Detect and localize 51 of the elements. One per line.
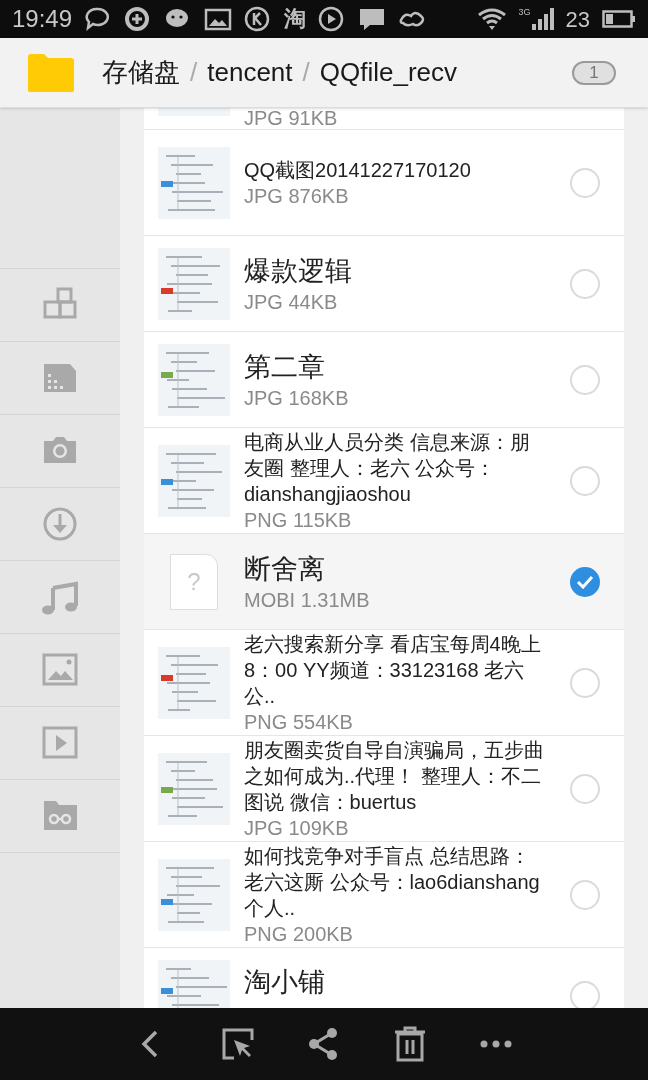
check-icon [576, 574, 594, 589]
select-checkbox[interactable] [570, 566, 600, 597]
select-checkbox[interactable] [570, 167, 600, 198]
breadcrumb-item[interactable]: 存储盘 [102, 53, 180, 92]
trash-icon[interactable] [392, 1026, 428, 1062]
message-icon [358, 6, 387, 32]
select-checkbox[interactable] [570, 667, 600, 698]
file-name: 如何找竞争对手盲点 总结思路：老六这厮 公众号：lao6dianshang 个人.. [244, 843, 541, 921]
file-info: PNG 554KB [244, 709, 354, 735]
file-name: 第二章 [244, 350, 326, 384]
image-icon [204, 6, 233, 32]
path-separator: / [302, 56, 310, 89]
file-info: JPG 44KB [244, 289, 339, 315]
path-separator: / [190, 56, 198, 89]
file-name: 爆款逻辑 [244, 254, 353, 288]
breadcrumb-item[interactable]: tencent [207, 53, 293, 92]
select-cursor-icon[interactable] [220, 1026, 256, 1062]
battery-icon [602, 9, 636, 29]
file-name: 朋友圈卖货自导自演骗局，五步曲之如何成为..代理！ 整理人：不二图说 微信：buertus [244, 737, 544, 815]
file-name: 断舍离 [244, 552, 326, 586]
file-info: PNG 200KB [244, 921, 354, 947]
wifi-icon [476, 7, 507, 31]
selection-count-badge: 1 [572, 60, 616, 85]
select-checkbox[interactable] [570, 980, 600, 1008]
folder-icon [26, 52, 76, 93]
select-checkbox[interactable] [570, 268, 600, 299]
file-info: PNG 115KB [244, 507, 353, 533]
signal-icon [531, 8, 554, 30]
clock-time: 19:49 [12, 4, 73, 34]
file-name: 老六搜索新分享 看店宝每周4晚上8：00 YY频道：33123168 老六公.. [244, 631, 542, 709]
file-info: JPG 91KB [244, 108, 339, 129]
download-icon[interactable] [42, 506, 78, 542]
file-name: QQ截图20141227170120 [244, 157, 472, 183]
file-name: 电商从业人员分类 信息来源：朋友圈 整理人：老六 公众号：dianshangjiaoshou [244, 429, 531, 507]
file-name: 淘小铺 [244, 965, 326, 999]
video-icon[interactable] [42, 725, 78, 761]
music-note-icon[interactable] [42, 579, 78, 615]
file-info: JPG 109KB [244, 815, 350, 841]
battery-percent: 23 [565, 5, 590, 34]
app-glyph-icon: 淘 [284, 8, 307, 30]
select-checkbox[interactable] [570, 465, 600, 496]
file-info: JPG 876KB [244, 183, 350, 209]
select-checkbox[interactable] [570, 773, 600, 804]
question-mark: ? [187, 566, 201, 597]
file-info: JPG 168KB [244, 385, 350, 411]
file-info: MOBI 1.31MB [244, 587, 371, 613]
select-checkbox[interactable] [570, 879, 600, 910]
breadcrumb-item[interactable]: QQfile_recv [319, 53, 458, 92]
select-checkbox[interactable] [570, 364, 600, 395]
image-icon[interactable] [42, 652, 78, 688]
network-type: 3G [518, 8, 531, 17]
